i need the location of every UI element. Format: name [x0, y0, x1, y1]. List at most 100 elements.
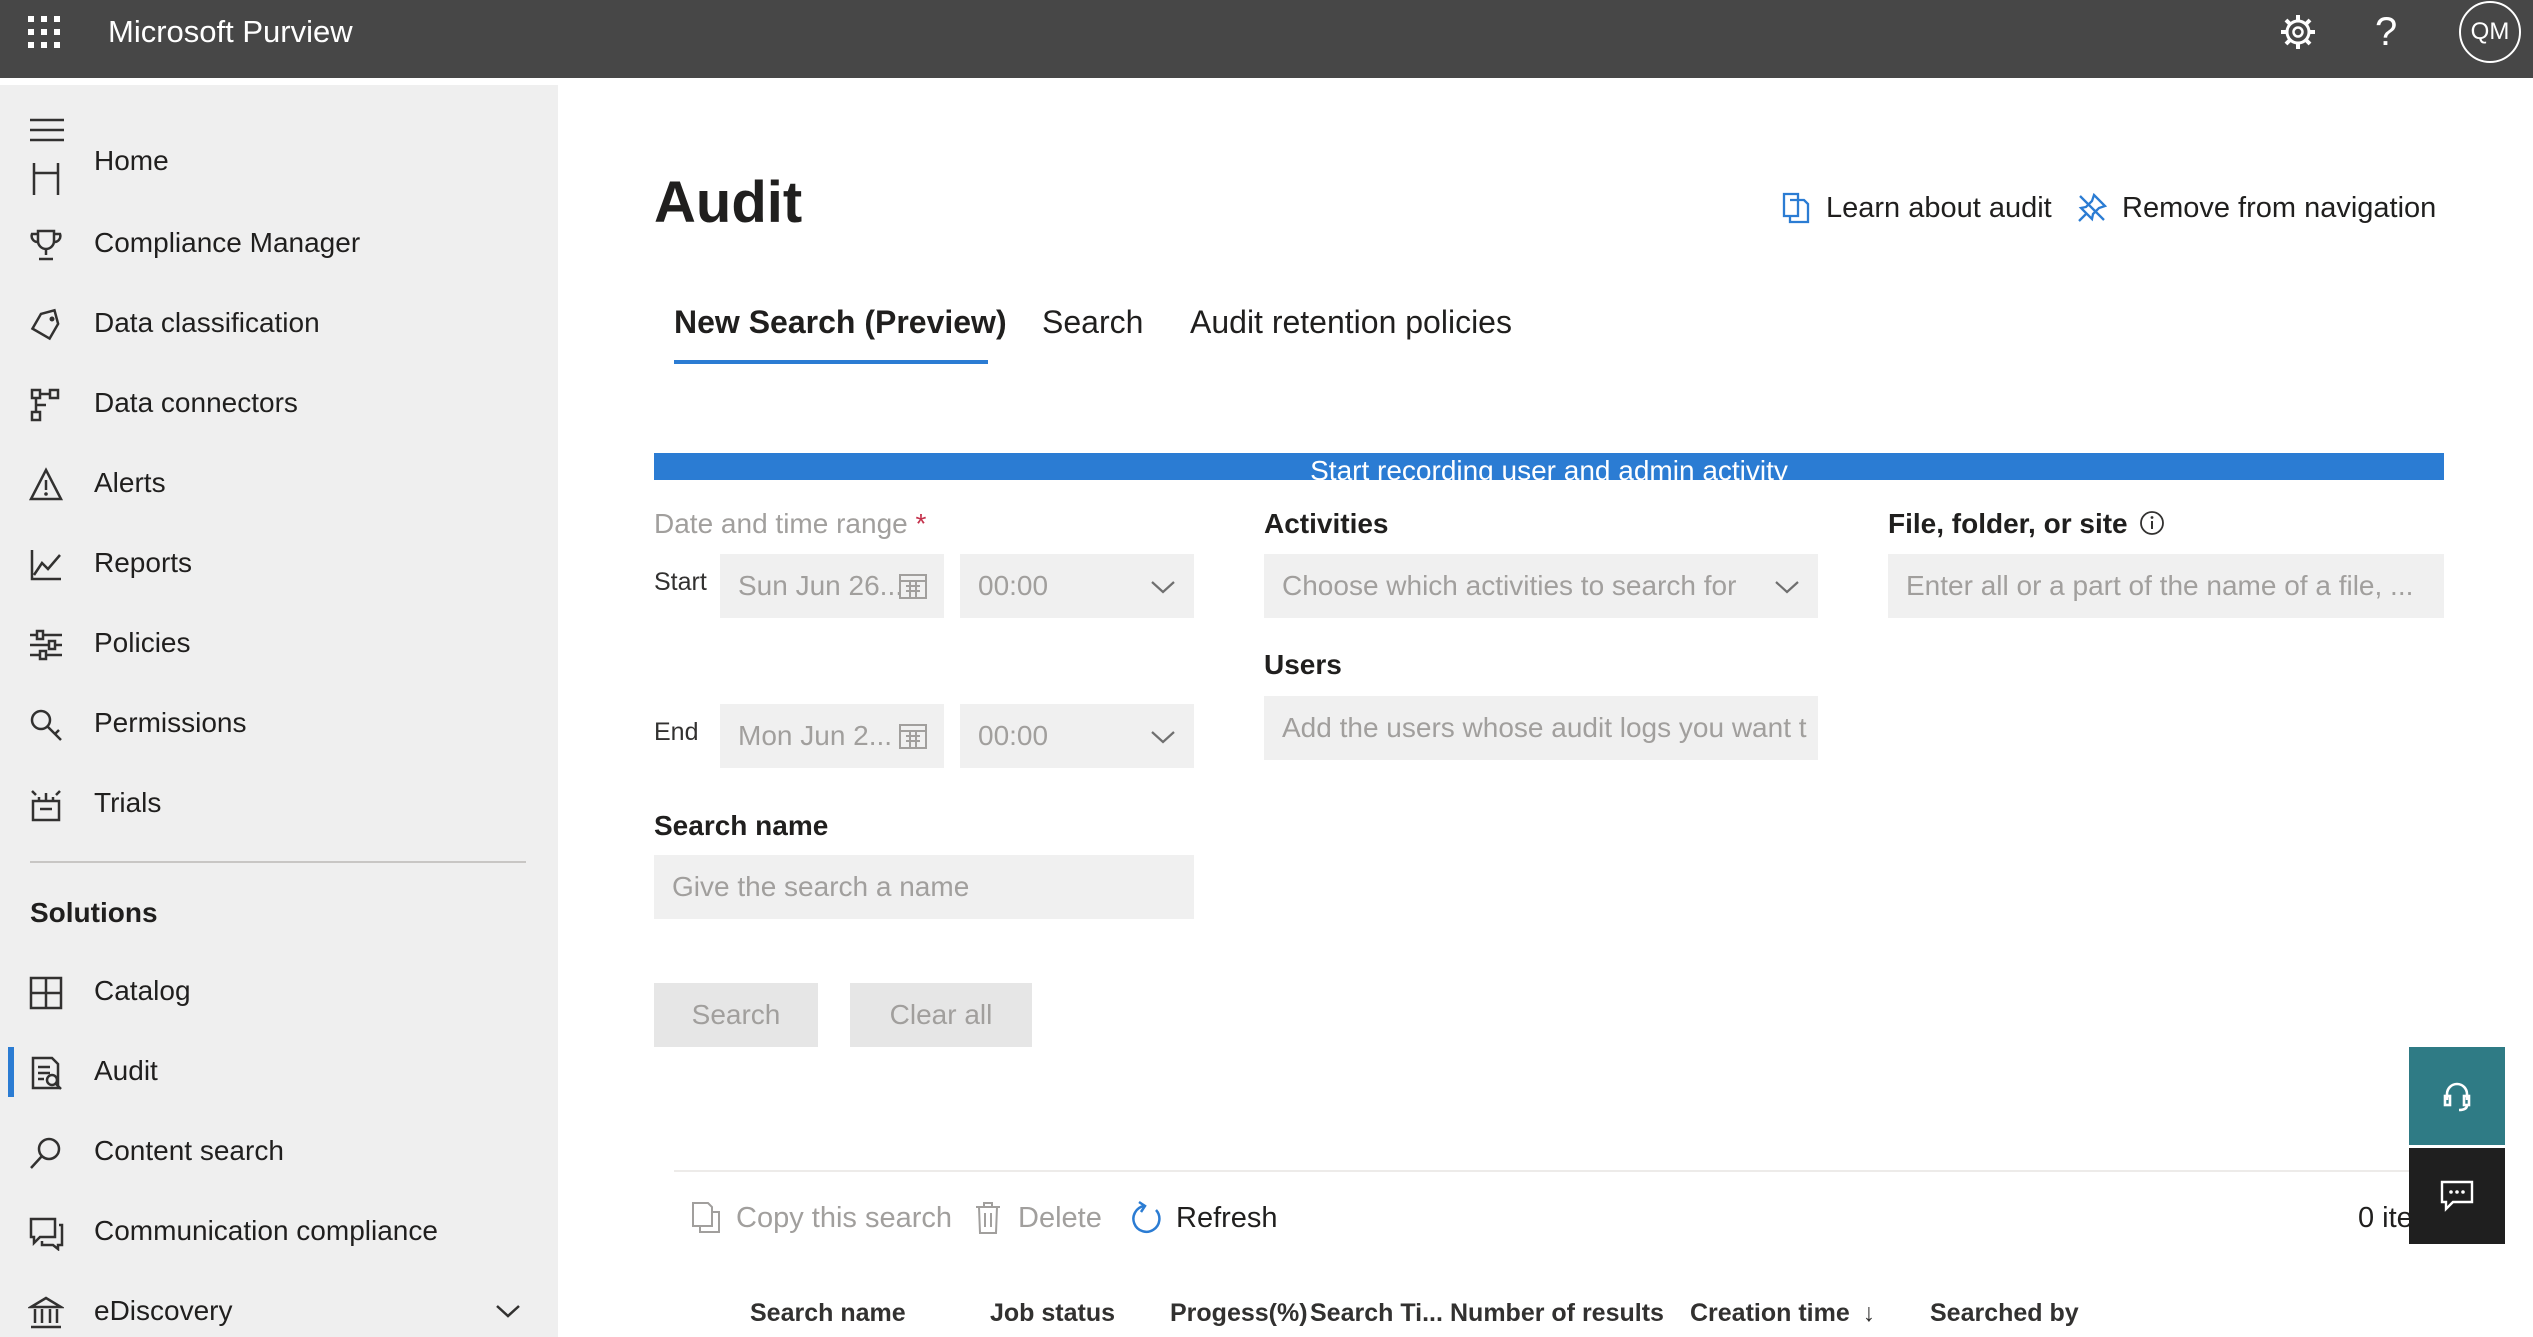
catalog-icon	[29, 976, 63, 1010]
end-time-dropdown[interactable]: 00:00	[960, 704, 1194, 768]
feedback-icon	[2440, 1180, 2474, 1212]
help-icon[interactable]: ?	[2375, 8, 2397, 56]
copy-search-button[interactable]: Copy this search	[690, 1196, 952, 1240]
activities-dropdown[interactable]: Choose which activities to search for	[1264, 554, 1818, 618]
end-date-picker[interactable]: Mon Jun 2...	[720, 704, 944, 768]
date-range-label: Date and time range *	[654, 506, 926, 542]
chevron-down-icon[interactable]	[494, 1301, 522, 1321]
end-label: End	[654, 718, 699, 746]
sidebar-item-trials[interactable]: Trials	[0, 771, 558, 835]
sidebar-item-content-search[interactable]: Content search	[0, 1119, 558, 1183]
sidebar-item-label: Trials	[94, 787, 162, 818]
support-button[interactable]	[2409, 1047, 2505, 1145]
sidebar-item-data-classification[interactable]: Data classification	[0, 291, 558, 355]
sort-arrow-icon: ↓	[1862, 1299, 1876, 1327]
sidebar-item-label: Home	[94, 145, 169, 176]
users-placeholder: Add the users whose audit logs you want …	[1282, 712, 1807, 743]
remove-from-navigation-link[interactable]: Remove from navigation	[2076, 188, 2456, 228]
file-folder-site-label-text: File, folder, or site	[1888, 508, 2128, 539]
start-date-picker[interactable]: Sun Jun 26...	[720, 554, 944, 618]
sidebar-item-ediscovery[interactable]: eDiscovery	[0, 1279, 558, 1337]
column-header-search-time[interactable]: Search Ti...	[1310, 1296, 1443, 1330]
calendar-icon	[899, 574, 927, 599]
column-header-progress[interactable]: Progess(%)	[1170, 1296, 1308, 1330]
end-time-value: 00:00	[978, 720, 1049, 751]
column-header-search-name[interactable]: Search name	[750, 1296, 906, 1330]
start-label: Start	[654, 568, 707, 596]
audit-icon	[31, 1056, 62, 1090]
refresh-button[interactable]: Refresh	[1130, 1196, 1290, 1240]
search-button[interactable]: Search	[654, 983, 818, 1047]
trial-icon	[31, 790, 61, 822]
home-icon	[32, 163, 60, 195]
sidebar-item-compliance-manager[interactable]: Compliance Manager	[0, 211, 558, 275]
chevron-down-icon	[1151, 581, 1175, 594]
start-time-dropdown[interactable]: 00:00	[960, 554, 1194, 618]
headset-icon	[2443, 1082, 2471, 1112]
sidebar-item-label: Policies	[94, 627, 191, 658]
sidebar-item-label: Data connectors	[94, 387, 298, 418]
feedback-button[interactable]	[2409, 1148, 2505, 1244]
search-name-input[interactable]: Give the search a name	[654, 855, 1194, 919]
calendar-icon	[899, 724, 927, 749]
sidebar-item-audit[interactable]: Audit	[0, 1039, 558, 1103]
sidebar-item-data-connectors[interactable]: Data connectors	[0, 371, 558, 435]
info-icon[interactable]	[2139, 510, 2165, 536]
delete-label: Delete	[1018, 1202, 1102, 1234]
sidebar-item-label: Compliance Manager	[94, 227, 361, 258]
top-bar: Microsoft Purview ? QM	[0, 0, 2533, 78]
refresh-icon	[1132, 1200, 1161, 1234]
copy-icon	[692, 1202, 720, 1233]
tab-audit-retention-policies[interactable]: Audit retention policies	[1190, 300, 1512, 344]
avatar[interactable]: QM	[2459, 1, 2521, 63]
search-name-label: Search name	[654, 810, 829, 841]
clear-all-button[interactable]: Clear all	[850, 983, 1032, 1047]
file-folder-site-input[interactable]: Enter all or a part of the name of a fil…	[1888, 554, 2444, 618]
file-folder-site-label: File, folder, or site	[1888, 506, 2165, 542]
start-recording-banner[interactable]: Start recording user and admin activity	[654, 453, 2444, 480]
chat-icon	[29, 1217, 64, 1251]
courthouse-icon	[28, 1296, 64, 1329]
document-icon	[1782, 192, 1810, 224]
tab-new-search-preview[interactable]: New Search (Preview)	[674, 300, 1007, 344]
copy-search-label: Copy this search	[736, 1202, 952, 1234]
trash-icon	[976, 1202, 1000, 1234]
sidebar: Home Compliance Manager Data classificat…	[0, 85, 558, 1337]
refresh-label: Refresh	[1176, 1202, 1278, 1234]
active-tab-underline	[674, 360, 988, 364]
sidebar-item-alerts[interactable]: Alerts	[0, 451, 558, 515]
column-header-creation-time[interactable]: Creation time ↓	[1690, 1296, 1875, 1330]
connector-icon	[30, 388, 60, 422]
users-input[interactable]: Add the users whose audit logs you want …	[1264, 696, 1818, 760]
creation-time-label: Creation time	[1690, 1299, 1850, 1327]
unpin-icon	[2078, 192, 2108, 222]
chevron-down-icon	[1151, 731, 1175, 744]
page-title: Audit	[654, 170, 803, 235]
column-header-number-of-results[interactable]: Number of results	[1450, 1296, 1664, 1330]
delete-button[interactable]: Delete	[972, 1196, 1112, 1240]
app-launcher-icon[interactable]	[26, 14, 62, 50]
chevron-down-icon	[1775, 581, 1799, 594]
sidebar-item-reports[interactable]: Reports	[0, 531, 558, 595]
gear-icon[interactable]	[2278, 12, 2318, 52]
chart-icon	[30, 550, 61, 581]
sidebar-item-home[interactable]: Home	[0, 129, 558, 195]
sidebar-item-catalog[interactable]: Catalog	[0, 959, 558, 1023]
sidebar-item-permissions[interactable]: Permissions	[0, 691, 558, 755]
sidebar-item-label: Catalog	[94, 975, 191, 1006]
app-title[interactable]: Microsoft Purview	[108, 12, 353, 52]
column-header-searched-by[interactable]: Searched by	[1930, 1296, 2079, 1330]
sidebar-item-policies[interactable]: Policies	[0, 611, 558, 675]
learn-about-audit-link[interactable]: Learn about audit	[1780, 188, 2060, 228]
results-divider	[674, 1170, 2444, 1172]
date-range-label-text: Date and time range	[654, 508, 908, 539]
column-header-job-status[interactable]: Job status	[990, 1296, 1115, 1330]
warning-icon	[28, 467, 64, 501]
required-mark: *	[915, 508, 927, 539]
sidebar-item-label: Reports	[94, 547, 193, 578]
end-date-value: Mon Jun 2...	[738, 720, 893, 751]
start-time-value: 00:00	[978, 570, 1049, 601]
sidebar-section-title: Solutions	[30, 897, 158, 928]
sidebar-item-communication-compliance[interactable]: Communication compliance	[0, 1199, 558, 1263]
tab-search[interactable]: Search	[1042, 300, 1143, 344]
